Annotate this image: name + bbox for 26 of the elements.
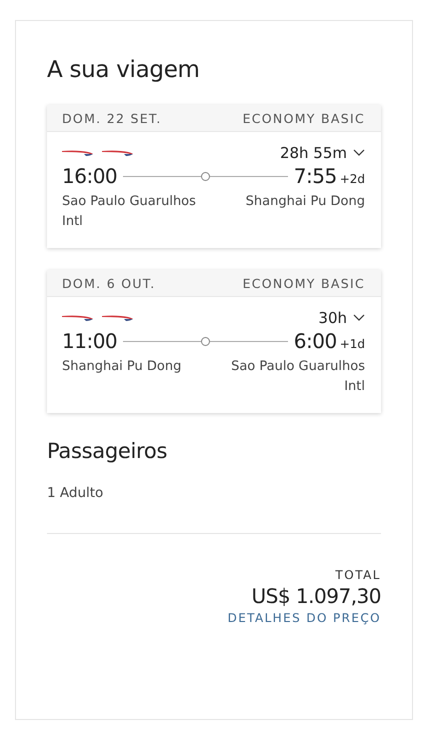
section-heading: Passageiros [47, 439, 168, 463]
duration-toggle[interactable]: 28h 55m [280, 144, 365, 162]
duration-toggle[interactable]: 30h [318, 309, 365, 327]
day-offset: +2d [340, 172, 365, 186]
destination-airport: Sao Paulo Guarulhos Intl [230, 358, 365, 396]
total-price: US$ 1.097,30 [252, 584, 381, 608]
departure-time: 11:00 [62, 329, 118, 353]
day-offset: +1d [340, 337, 365, 351]
airline-logo-icon [102, 314, 134, 322]
page-title: A sua viagem [47, 57, 201, 83]
origin-airport: Shanghai Pu Dong [62, 358, 182, 376]
departure-time: 16:00 [62, 164, 118, 188]
cabin-class: ECONOMY BASIC [242, 276, 365, 291]
flight-date: DOM. 22 SET. [62, 111, 162, 126]
arrival-time: 7:55 [294, 164, 337, 188]
passenger-count: 1 Adulto [47, 485, 104, 501]
total-label: TOTAL [335, 568, 381, 582]
airline-logo-icon [102, 149, 134, 157]
origin-airport: Sao Paulo Guarulhos Intl [62, 193, 197, 231]
cabin-class: ECONOMY BASIC [242, 111, 365, 126]
arrival-time: 6:00 [294, 329, 337, 353]
price-details-link[interactable]: DETALHES DO PREÇO [228, 611, 381, 625]
airline-logo-icon [62, 149, 94, 157]
airline-logo-icon [62, 314, 94, 322]
flight-date: DOM. 6 OUT. [62, 276, 156, 291]
destination-airport: Shanghai Pu Dong [246, 193, 365, 211]
